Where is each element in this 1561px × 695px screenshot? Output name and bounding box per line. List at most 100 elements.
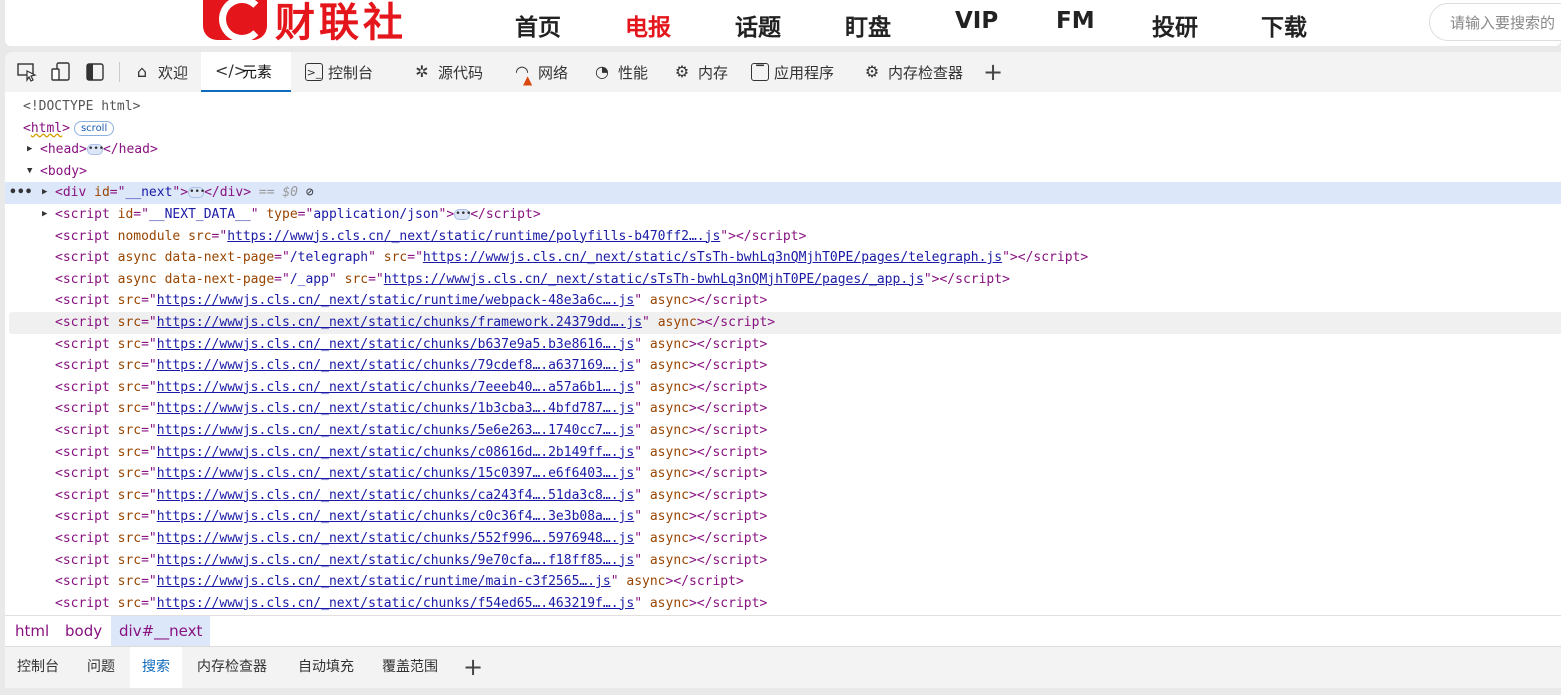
dom-node-script-app[interactable]: <script async data-next-page="/_app" src… xyxy=(5,269,1561,291)
nav-home[interactable]: 首页 xyxy=(515,8,561,42)
devtools-tab-bar: ⌂ 欢迎 </> 元素 >_ 控制台 ✲ 源代码 ◠ ▲ 网络 ◔ 性能 ⚙ 内存 ▔ 应用程序 xyxy=(5,52,1561,92)
nav-research[interactable]: 投研 xyxy=(1152,8,1198,42)
dom-node-script-async[interactable]: <script src="https://wwwjs.cls.cn/_next/… xyxy=(5,571,1561,593)
dom-node-script-async[interactable]: <script src="https://wwwjs.cls.cn/_next/… xyxy=(5,528,1561,550)
script-src-link[interactable]: https://wwwjs.cls.cn/_next/static/chunks… xyxy=(157,553,634,568)
warning-icon: ▲ xyxy=(523,73,533,87)
dom-node-script-async[interactable]: <script src="https://wwwjs.cls.cn/_next/… xyxy=(5,420,1561,442)
script-src-link[interactable]: https://wwwjs.cls.cn/_next/static/chunks… xyxy=(157,596,634,611)
nav-watch[interactable]: 盯盘 xyxy=(845,8,891,42)
dom-node-script-async[interactable]: <script src="https://wwwjs.cls.cn/_next/… xyxy=(5,398,1561,420)
inspect-element-icon[interactable] xyxy=(17,62,37,82)
script-src-link[interactable]: https://wwwjs.cls.cn/_next/static/chunks… xyxy=(157,531,634,546)
dom-node-script-async[interactable]: <script src="https://wwwjs.cls.cn/_next/… xyxy=(5,506,1561,528)
expand-triangle-icon[interactable]: ▶ xyxy=(42,182,47,204)
expand-triangle-icon[interactable]: ▶ xyxy=(27,139,32,161)
gauge-icon: ◔ xyxy=(595,62,609,81)
nav-download[interactable]: 下载 xyxy=(1261,8,1307,42)
drawer-tab-coverage[interactable]: 覆盖范围 xyxy=(370,647,450,688)
script-src-link[interactable]: https://wwwjs.cls.cn/_next/static/chunks… xyxy=(157,466,634,481)
dom-node-script-async[interactable]: <script src="https://wwwjs.cls.cn/_next/… xyxy=(5,377,1561,399)
script-src-link[interactable]: https://wwwjs.cls.cn/_next/static/chunks… xyxy=(157,401,634,416)
app-icon: ▔ xyxy=(751,63,769,81)
html-tag-name: html xyxy=(30,120,63,136)
dock-side-icon[interactable] xyxy=(85,62,105,82)
drawer-tab-console[interactable]: 控制台 xyxy=(5,647,71,688)
drawer-tab-search[interactable]: 搜索 xyxy=(130,647,182,688)
dom-node-script-async[interactable]: <script src="https://wwwjs.cls.cn/_next/… xyxy=(5,355,1561,377)
dom-node-script-async[interactable]: <script src="https://wwwjs.cls.cn/_next/… xyxy=(5,593,1561,615)
dom-node-script-async[interactable]: <script src="https://wwwjs.cls.cn/_next/… xyxy=(5,550,1561,572)
tab-application[interactable]: ▔ 应用程序 xyxy=(751,52,834,92)
tab-elements[interactable]: </> 元素 xyxy=(201,52,291,92)
breadcrumb-div-next[interactable]: div#__next xyxy=(111,616,211,646)
dom-node-script-async[interactable]: <script src="https://wwwjs.cls.cn/_next/… xyxy=(5,442,1561,464)
nav-vip[interactable]: VIP xyxy=(955,8,998,34)
dom-node-script-async[interactable]: <script src="https://wwwjs.cls.cn/_next/… xyxy=(5,334,1561,356)
breadcrumb-html[interactable]: html xyxy=(7,616,57,646)
toolbar-divider xyxy=(119,62,120,82)
dom-node-div-next[interactable]: ••• ▶ <div id="__next">•••</div> == $0 ⊘ xyxy=(5,182,1561,204)
memory-inspector-icon: ⚙ xyxy=(864,62,880,81)
script-src-link[interactable]: https://wwwjs.cls.cn/_next/static/runtim… xyxy=(227,229,720,244)
ai-explain-icon[interactable]: ⊘ xyxy=(306,185,314,200)
script-src-link[interactable]: https://wwwjs.cls.cn/_next/static/chunks… xyxy=(157,337,634,352)
drawer-tab-issues[interactable]: 问题 xyxy=(75,647,127,688)
dom-node-script-telegraph[interactable]: <script async data-next-page="/telegraph… xyxy=(5,247,1561,269)
tab-welcome[interactable]: ⌂ 欢迎 xyxy=(131,52,188,92)
script-src-link[interactable]: https://wwwjs.cls.cn/_next/static/runtim… xyxy=(157,293,634,308)
script-src-link[interactable]: https://wwwjs.cls.cn/_next/static/sTsTh-… xyxy=(423,250,1002,265)
script-src-link[interactable]: https://wwwjs.cls.cn/_next/static/chunks… xyxy=(157,488,634,503)
dom-node-script-async[interactable]: <script src="https://wwwjs.cls.cn/_next/… xyxy=(5,463,1561,485)
collapsed-ellipsis-icon[interactable]: ••• xyxy=(454,209,471,220)
chip-icon: ⚙ xyxy=(674,62,690,81)
nav-telegraph[interactable]: 电报 xyxy=(625,8,671,42)
tab-memory[interactable]: ⚙ 内存 xyxy=(671,52,728,92)
script-src-link[interactable]: https://wwwjs.cls.cn/_next/static/runtim… xyxy=(157,574,611,589)
home-icon: ⌂ xyxy=(136,62,148,81)
nav-fm[interactable]: FM xyxy=(1056,8,1095,34)
dom-node-script-polyfills[interactable]: <script nomodule src="https://wwwjs.cls.… xyxy=(5,226,1561,248)
tab-sources[interactable]: ✲ 源代码 xyxy=(411,52,483,92)
breadcrumb-body[interactable]: body xyxy=(57,616,110,646)
dom-node-html[interactable]: <html> scroll xyxy=(5,118,1561,140)
tab-performance[interactable]: ◔ 性能 xyxy=(591,52,648,92)
tab-console[interactable]: >_ 控制台 xyxy=(305,52,373,92)
dom-node-head[interactable]: ▶ <head>•••</head> xyxy=(5,139,1561,161)
tab-memory-inspector[interactable]: ⚙ 内存检查器 xyxy=(861,52,963,92)
scroll-badge[interactable]: scroll xyxy=(73,120,115,136)
add-tab-plus-icon[interactable]: + xyxy=(983,60,1003,84)
console-icon: >_ xyxy=(305,63,323,81)
site-search-input[interactable]: 请输入要搜索的 xyxy=(1429,3,1561,41)
collapse-triangle-icon[interactable]: ▼ xyxy=(27,161,32,183)
bug-icon: ✲ xyxy=(415,62,429,81)
logo-mark-icon xyxy=(203,0,267,42)
expand-triangle-icon[interactable]: ▶ xyxy=(42,204,47,226)
add-drawer-tab-plus-icon[interactable]: + xyxy=(463,653,483,681)
script-src-link[interactable]: https://wwwjs.cls.cn/_next/static/sTsTh-… xyxy=(384,272,924,287)
nav-topics[interactable]: 话题 xyxy=(735,8,781,42)
script-src-link[interactable]: https://wwwjs.cls.cn/_next/static/chunks… xyxy=(157,445,634,460)
drawer-tab-memory-inspector[interactable]: 内存检查器 xyxy=(185,647,279,688)
breadcrumb: html body div#__next xyxy=(5,615,1561,646)
tab-network[interactable]: ◠ ▲ 网络 xyxy=(511,52,568,92)
dom-node-doctype[interactable]: <!DOCTYPE html> xyxy=(5,96,1561,118)
dom-node-script-async[interactable]: <script src="https://wwwjs.cls.cn/_next/… xyxy=(5,290,1561,312)
wifi-warning-icon: ◠ ▲ xyxy=(511,61,533,87)
script-src-link[interactable]: https://wwwjs.cls.cn/_next/static/chunks… xyxy=(157,358,634,373)
drawer-tab-bar: 控制台 问题 搜索 内存检查器 自动填充 覆盖范围 + xyxy=(5,646,1561,688)
collapsed-ellipsis-icon[interactable]: ••• xyxy=(188,187,205,199)
script-src-link[interactable]: https://wwwjs.cls.cn/_next/static/chunks… xyxy=(157,380,634,395)
drawer-tab-autofill[interactable]: 自动填充 xyxy=(286,647,366,688)
dom-node-script-async[interactable]: <script src="https://wwwjs.cls.cn/_next/… xyxy=(5,485,1561,507)
collapsed-ellipsis-icon[interactable]: ••• xyxy=(86,144,104,156)
script-src-link[interactable]: https://wwwjs.cls.cn/_next/static/chunks… xyxy=(157,315,642,330)
site-logo[interactable]: 财联社 xyxy=(203,0,453,46)
script-src-link[interactable]: https://wwwjs.cls.cn/_next/static/chunks… xyxy=(157,423,634,438)
dom-node-body[interactable]: ▼ <body> xyxy=(5,161,1561,183)
row-menu-ellipsis-icon[interactable]: ••• xyxy=(9,182,32,204)
device-emulation-icon[interactable] xyxy=(51,62,71,82)
script-src-link[interactable]: https://wwwjs.cls.cn/_next/static/chunks… xyxy=(157,509,634,524)
dom-node-script-async[interactable]: <script src="https://wwwjs.cls.cn/_next/… xyxy=(9,312,1561,334)
dom-node-script-next-data[interactable]: ▶ <script id="__NEXT_DATA__" type="appli… xyxy=(5,204,1561,226)
